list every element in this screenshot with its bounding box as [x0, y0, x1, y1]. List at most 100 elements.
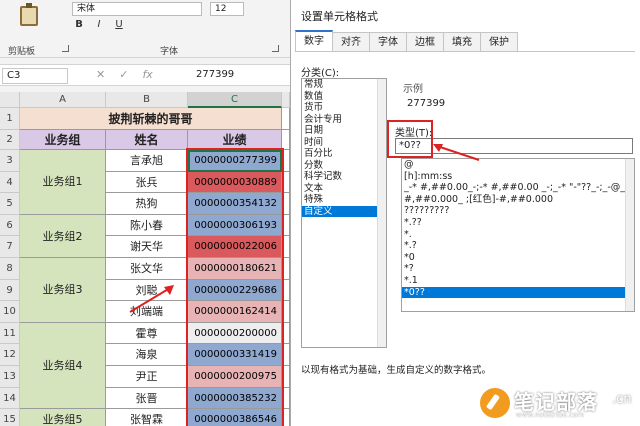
group-cell[interactable]: 业务组3	[20, 258, 106, 323]
format-item[interactable]: *.?	[402, 240, 634, 252]
next-column-cell[interactable]	[282, 171, 290, 194]
next-column-cell[interactable]	[282, 279, 290, 302]
group-cell[interactable]: 业务组4	[20, 322, 106, 410]
category-item[interactable]: 分数	[302, 160, 386, 172]
next-column-cell[interactable]	[282, 387, 290, 410]
tab-5[interactable]: 保护	[480, 32, 518, 52]
italic-button[interactable]: I	[92, 18, 106, 32]
row-header-9[interactable]: 9	[0, 279, 20, 302]
name-cell[interactable]: 谢天华	[106, 236, 188, 258]
sheet-title-cell[interactable]: 披荆斩棘的哥哥	[20, 108, 282, 130]
group-cell[interactable]: 业务组2	[20, 214, 106, 258]
font-size-select[interactable]: 12	[210, 2, 244, 16]
next-column-cell[interactable]	[282, 130, 290, 150]
category-item[interactable]: 常规	[302, 79, 386, 91]
row-header-3[interactable]: 3	[0, 150, 20, 172]
paste-button[interactable]	[8, 3, 58, 46]
value-cell[interactable]: 0000000354132	[188, 193, 282, 215]
value-cell[interactable]: 0000000180621	[188, 258, 282, 280]
format-item[interactable]: #,##0.000_ ;[红色]-#,##0.000	[402, 194, 634, 206]
value-cell[interactable]: 0000000162414	[188, 301, 282, 323]
clipboard-launcher-icon[interactable]	[62, 45, 69, 52]
header-cell-1[interactable]: 姓名	[106, 130, 188, 150]
row-header-15[interactable]: 15	[0, 409, 20, 426]
next-column-cell[interactable]	[282, 193, 290, 215]
column-header-a[interactable]: A	[20, 92, 106, 108]
next-column-cell[interactable]	[282, 344, 290, 366]
row-header-14[interactable]: 14	[0, 387, 20, 410]
row-header-7[interactable]: 7	[0, 236, 20, 258]
next-column-cell[interactable]	[282, 322, 290, 345]
format-item[interactable]: *.1	[402, 275, 634, 287]
value-cell[interactable]: 0000000200000	[188, 322, 282, 345]
format-item[interactable]: *?	[402, 263, 634, 275]
format-item[interactable]: *.??	[402, 217, 634, 229]
name-cell[interactable]: 尹正	[106, 366, 188, 388]
next-column-cell[interactable]	[282, 409, 290, 426]
row-header-2[interactable]: 2	[0, 130, 20, 150]
format-item[interactable]: [h]:mm:ss	[402, 171, 634, 183]
next-column-cell[interactable]	[282, 301, 290, 323]
row-header-4[interactable]: 4	[0, 171, 20, 194]
category-item[interactable]: 时间	[302, 137, 386, 149]
next-column-cell[interactable]	[282, 366, 290, 388]
tab-3[interactable]: 边框	[406, 32, 444, 52]
cancel-icon[interactable]: ✕	[96, 68, 105, 81]
value-cell[interactable]: 0000000306193	[188, 214, 282, 237]
font-name-select[interactable]: 宋体	[72, 2, 202, 16]
row-header-8[interactable]: 8	[0, 258, 20, 280]
name-cell[interactable]: 张兵	[106, 171, 188, 194]
value-cell[interactable]: 0000000200975	[188, 366, 282, 388]
category-item[interactable]: 数值	[302, 91, 386, 103]
name-cell[interactable]: 霍尊	[106, 322, 188, 345]
value-cell[interactable]: 0000000277399	[188, 150, 282, 172]
select-all-corner[interactable]	[0, 92, 20, 108]
next-column-cell[interactable]	[282, 258, 290, 280]
format-item[interactable]: ?????????	[402, 205, 634, 217]
tab-0[interactable]: 数字	[295, 30, 333, 52]
row-header-5[interactable]: 5	[0, 193, 20, 215]
name-cell[interactable]: 热狗	[106, 193, 188, 215]
format-scrollbar[interactable]	[625, 159, 634, 311]
formula-input[interactable]: 277399	[196, 69, 234, 80]
column-header-b[interactable]: B	[106, 92, 188, 108]
bold-button[interactable]: B	[72, 18, 86, 32]
format-item[interactable]: _-* #,##0.00_-;-* #,##0.00 _-;_-* "-"??_…	[402, 182, 634, 194]
value-cell[interactable]: 0000000385232	[188, 387, 282, 410]
next-column-cell[interactable]	[282, 108, 290, 130]
group-cell[interactable]: 业务组5	[20, 409, 106, 426]
tab-2[interactable]: 字体	[369, 32, 407, 52]
name-cell[interactable]: 海泉	[106, 344, 188, 366]
format-item[interactable]: *0??	[402, 286, 634, 299]
row-header-6[interactable]: 6	[0, 214, 20, 237]
next-column-cell[interactable]	[282, 150, 290, 172]
category-list[interactable]: 常规 数值 货币 会计专用 日期 时间 百分比 分数 科学记数 文本 特殊 自定义	[301, 78, 387, 348]
category-item[interactable]: 日期	[302, 125, 386, 137]
row-header-13[interactable]: 13	[0, 366, 20, 388]
next-column-cell[interactable]	[282, 236, 290, 258]
column-header-next[interactable]	[282, 92, 290, 108]
enter-icon[interactable]: ✓	[119, 68, 128, 81]
font-launcher-icon[interactable]	[272, 45, 279, 52]
tab-4[interactable]: 填充	[443, 32, 481, 52]
name-cell[interactable]: 张文华	[106, 258, 188, 280]
name-cell[interactable]: 张智霖	[106, 409, 188, 426]
category-item[interactable]: 会计专用	[302, 114, 386, 126]
category-item[interactable]: 自定义	[302, 205, 386, 217]
category-scrollbar[interactable]	[377, 79, 386, 347]
name-cell[interactable]: 张晋	[106, 387, 188, 410]
value-cell[interactable]: 0000000331419	[188, 344, 282, 366]
value-cell[interactable]: 0000000022006	[188, 236, 282, 258]
column-header-c[interactable]: C	[188, 92, 282, 108]
header-cell-0[interactable]: 业务组	[20, 130, 106, 150]
name-box[interactable]: C3	[2, 68, 68, 84]
value-cell[interactable]: 0000000229686	[188, 279, 282, 302]
name-cell[interactable]: 陈小春	[106, 214, 188, 237]
format-item[interactable]: *0	[402, 252, 634, 264]
category-item[interactable]: 百分比	[302, 148, 386, 160]
next-column-cell[interactable]	[282, 214, 290, 237]
value-cell[interactable]: 0000000030889	[188, 171, 282, 194]
insert-function-icon[interactable]: fx	[142, 68, 152, 81]
category-item[interactable]: 文本	[302, 183, 386, 195]
row-header-11[interactable]: 11	[0, 322, 20, 345]
